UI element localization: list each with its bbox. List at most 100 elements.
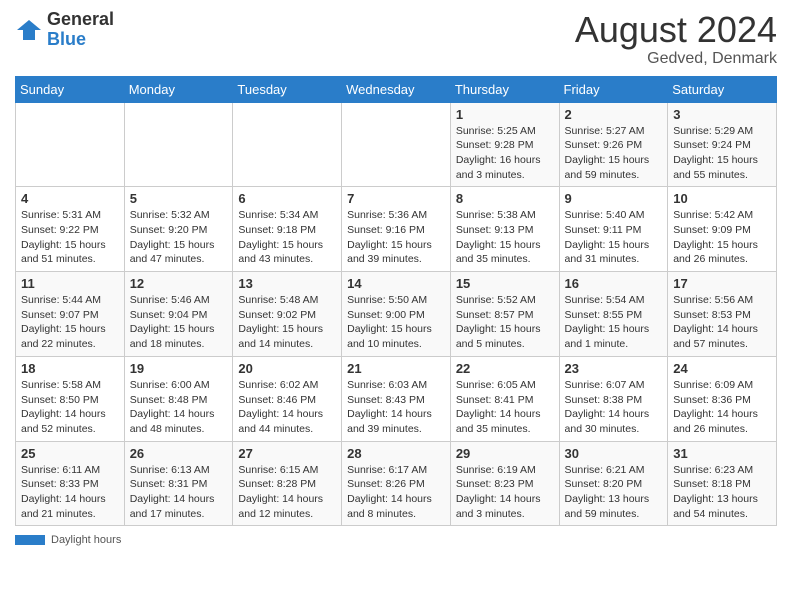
calendar-day-header: Sunday: [16, 76, 125, 102]
day-number: 3: [673, 107, 771, 122]
calendar-cell: 9 Sunrise: 5:40 AM Sunset: 9:11 PM Daylig…: [559, 187, 668, 272]
day-info: Sunrise: 5:44 AM Sunset: 9:07 PM Dayligh…: [21, 293, 119, 352]
calendar-day-header: Saturday: [668, 76, 777, 102]
day-info: Sunrise: 5:48 AM Sunset: 9:02 PM Dayligh…: [238, 293, 336, 352]
day-number: 26: [130, 446, 228, 461]
calendar-cell: 12Sunrise: 5:46 AM Sunset: 9:04 PM Dayli…: [124, 272, 233, 357]
calendar-day-header: Friday: [559, 76, 668, 102]
calendar-cell: 31 Sunrise: 6:23 AM Sunset: 8:18 PM Dayli…: [668, 441, 777, 526]
day-info: Sunrise: 5:29 AM Sunset: 9:24 PM Dayligh…: [673, 124, 771, 183]
day-number: 23: [565, 361, 663, 376]
day-number: 18: [21, 361, 119, 376]
day-info: Sunrise: 5:36 AM Sunset: 9:16 PM Dayligh…: [347, 208, 445, 267]
calendar-week-row: 11 Sunrise: 5:44 AM Sunset: 9:07 PM Dayli…: [16, 272, 777, 357]
logo: General Blue: [15, 10, 114, 50]
calendar-cell: 15Sunrise: 5:52 AM Sunset: 8:57 PM Dayli…: [450, 272, 559, 357]
day-number: 20: [238, 361, 336, 376]
calendar-cell: 24 Sunrise: 6:09 AM Sunset: 8:36 PM Dayli…: [668, 356, 777, 441]
calendar-cell: 28Sunrise: 6:17 AM Sunset: 8:26 PM Dayli…: [342, 441, 451, 526]
calendar-week-row: 1Sunrise: 5:25 AM Sunset: 9:28 PM Daylig…: [16, 102, 777, 187]
day-info: Sunrise: 5:31 AM Sunset: 9:22 PM Dayligh…: [21, 208, 119, 267]
day-number: 13: [238, 276, 336, 291]
calendar-header-row: SundayMondayTuesdayWednesdayThursdayFrid…: [16, 76, 777, 102]
calendar-cell: 30 Sunrise: 6:21 AM Sunset: 8:20 PM Dayli…: [559, 441, 668, 526]
calendar-cell: 19 Sunrise: 6:00 AM Sunset: 8:48 PM Dayli…: [124, 356, 233, 441]
location-subtitle: Gedved, Denmark: [575, 50, 777, 68]
day-number: 19: [130, 361, 228, 376]
day-info: Sunrise: 5:40 AM Sunset: 9:11 PM Dayligh…: [565, 208, 663, 267]
day-number: 4: [21, 191, 119, 206]
calendar-day-header: Wednesday: [342, 76, 451, 102]
footer: Daylight hours: [15, 534, 777, 546]
day-info: Sunrise: 5:46 AM Sunset: 9:04 PM Dayligh…: [130, 293, 228, 352]
day-number: 31: [673, 446, 771, 461]
calendar-cell: [16, 102, 125, 187]
day-number: 29: [456, 446, 554, 461]
calendar-cell: 8Sunrise: 5:38 AM Sunset: 9:13 PM Daylig…: [450, 187, 559, 272]
day-info: Sunrise: 6:19 AM Sunset: 8:23 PM Dayligh…: [456, 463, 554, 522]
day-number: 17: [673, 276, 771, 291]
day-info: Sunrise: 6:15 AM Sunset: 8:28 PM Dayligh…: [238, 463, 336, 522]
calendar-cell: 23 Sunrise: 6:07 AM Sunset: 8:38 PM Dayli…: [559, 356, 668, 441]
day-info: Sunrise: 5:32 AM Sunset: 9:20 PM Dayligh…: [130, 208, 228, 267]
day-info: Sunrise: 6:11 AM Sunset: 8:33 PM Dayligh…: [21, 463, 119, 522]
calendar-day-header: Thursday: [450, 76, 559, 102]
calendar-week-row: 4 Sunrise: 5:31 AM Sunset: 9:22 PM Daylig…: [16, 187, 777, 272]
day-number: 2: [565, 107, 663, 122]
calendar-cell: 3 Sunrise: 5:29 AM Sunset: 9:24 PM Daylig…: [668, 102, 777, 187]
day-info: Sunrise: 5:56 AM Sunset: 8:53 PM Dayligh…: [673, 293, 771, 352]
day-info: Sunrise: 6:23 AM Sunset: 8:18 PM Dayligh…: [673, 463, 771, 522]
day-info: Sunrise: 5:50 AM Sunset: 9:00 PM Dayligh…: [347, 293, 445, 352]
calendar-cell: 16Sunrise: 5:54 AM Sunset: 8:55 PM Dayli…: [559, 272, 668, 357]
calendar-week-row: 18 Sunrise: 5:58 AM Sunset: 8:50 PM Dayli…: [16, 356, 777, 441]
day-info: Sunrise: 5:58 AM Sunset: 8:50 PM Dayligh…: [21, 378, 119, 437]
day-number: 27: [238, 446, 336, 461]
day-info: Sunrise: 6:21 AM Sunset: 8:20 PM Dayligh…: [565, 463, 663, 522]
calendar-cell: [233, 102, 342, 187]
calendar-cell: 7 Sunrise: 5:36 AM Sunset: 9:16 PM Daylig…: [342, 187, 451, 272]
day-info: Sunrise: 5:42 AM Sunset: 9:09 PM Dayligh…: [673, 208, 771, 267]
day-number: 10: [673, 191, 771, 206]
calendar-cell: 22 Sunrise: 6:05 AM Sunset: 8:41 PM Dayli…: [450, 356, 559, 441]
day-number: 22: [456, 361, 554, 376]
day-number: 14: [347, 276, 445, 291]
day-number: 6: [238, 191, 336, 206]
day-number: 15: [456, 276, 554, 291]
day-info: Sunrise: 6:05 AM Sunset: 8:41 PM Dayligh…: [456, 378, 554, 437]
day-info: Sunrise: 6:07 AM Sunset: 8:38 PM Dayligh…: [565, 378, 663, 437]
calendar-cell: 20Sunrise: 6:02 AM Sunset: 8:46 PM Dayli…: [233, 356, 342, 441]
day-info: Sunrise: 6:00 AM Sunset: 8:48 PM Dayligh…: [130, 378, 228, 437]
calendar-table: SundayMondayTuesdayWednesdayThursdayFrid…: [15, 76, 777, 527]
day-info: Sunrise: 6:13 AM Sunset: 8:31 PM Dayligh…: [130, 463, 228, 522]
day-info: Sunrise: 5:27 AM Sunset: 9:26 PM Dayligh…: [565, 124, 663, 183]
day-info: Sunrise: 5:38 AM Sunset: 9:13 PM Dayligh…: [456, 208, 554, 267]
page-header: General Blue August 2024 Gedved, Denmark: [15, 10, 777, 68]
calendar-cell: 13 Sunrise: 5:48 AM Sunset: 9:02 PM Dayli…: [233, 272, 342, 357]
day-number: 5: [130, 191, 228, 206]
logo-general-text: General: [47, 10, 114, 30]
day-number: 24: [673, 361, 771, 376]
calendar-cell: 17 Sunrise: 5:56 AM Sunset: 8:53 PM Dayli…: [668, 272, 777, 357]
calendar-cell: 10 Sunrise: 5:42 AM Sunset: 9:09 PM Dayli…: [668, 187, 777, 272]
day-info: Sunrise: 5:34 AM Sunset: 9:18 PM Dayligh…: [238, 208, 336, 267]
day-info: Sunrise: 6:09 AM Sunset: 8:36 PM Dayligh…: [673, 378, 771, 437]
calendar-cell: 14 Sunrise: 5:50 AM Sunset: 9:00 PM Dayli…: [342, 272, 451, 357]
calendar-week-row: 25Sunrise: 6:11 AM Sunset: 8:33 PM Dayli…: [16, 441, 777, 526]
calendar-cell: [342, 102, 451, 187]
calendar-cell: 6 Sunrise: 5:34 AM Sunset: 9:18 PM Daylig…: [233, 187, 342, 272]
calendar-cell: 5 Sunrise: 5:32 AM Sunset: 9:20 PM Daylig…: [124, 187, 233, 272]
calendar-cell: 11 Sunrise: 5:44 AM Sunset: 9:07 PM Dayli…: [16, 272, 125, 357]
day-number: 7: [347, 191, 445, 206]
calendar-cell: 1Sunrise: 5:25 AM Sunset: 9:28 PM Daylig…: [450, 102, 559, 187]
calendar-cell: [124, 102, 233, 187]
day-number: 9: [565, 191, 663, 206]
day-number: 28: [347, 446, 445, 461]
day-number: 30: [565, 446, 663, 461]
day-number: 11: [21, 276, 119, 291]
day-info: Sunrise: 5:54 AM Sunset: 8:55 PM Dayligh…: [565, 293, 663, 352]
logo-blue-text: Blue: [47, 30, 114, 50]
daylight-bar-icon: [15, 535, 45, 545]
calendar-cell: 25Sunrise: 6:11 AM Sunset: 8:33 PM Dayli…: [16, 441, 125, 526]
calendar-day-header: Monday: [124, 76, 233, 102]
daylight-hours-label: Daylight hours: [51, 534, 121, 546]
